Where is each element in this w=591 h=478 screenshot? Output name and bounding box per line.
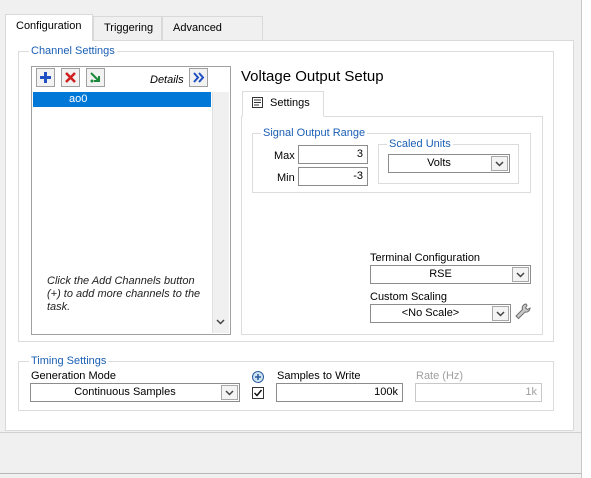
window-bottom-edge [0,473,581,474]
terminal-config-label: Terminal Configuration [370,252,481,264]
checkbox-icon[interactable] [252,387,264,399]
custom-scaling-select[interactable]: <No Scale> [370,304,511,323]
chevron-down-icon[interactable] [491,156,508,171]
remove-channel-icon [65,72,76,83]
window-edge [581,0,591,478]
min-input[interactable]: -3 [298,167,368,186]
custom-scaling-label: Custom Scaling [370,291,448,303]
details-label: Details [150,74,184,86]
tab-settings[interactable]: Settings [242,91,324,117]
channel-settings-label: Channel Settings [29,45,117,57]
generation-mode-select[interactable]: Continuous Samples [30,383,240,402]
tab-configuration[interactable]: Configuration [5,14,93,41]
chevron-down-icon[interactable] [492,306,509,321]
terminal-config-select[interactable]: RSE [370,265,531,284]
chevron-down-icon[interactable] [512,267,529,282]
add-channels-hint: Click the Add Channels button (+) to add… [47,275,201,313]
channel-tool-button[interactable] [86,68,105,87]
max-input[interactable]: 3 [298,145,368,164]
max-label: Max [274,150,295,162]
list-item[interactable]: ao0 [33,92,211,107]
custom-scaling-value: <No Scale> [401,307,460,319]
tab-advanced-timing[interactable]: Advanced Timing [162,16,263,56]
expand-details-icon [193,72,205,83]
samples-to-write-label: Samples to Write [277,370,361,382]
wrench-icon[interactable] [514,302,532,322]
terminal-config-value: RSE [429,268,452,280]
channel-list-scrollbar[interactable] [212,92,229,333]
settings-icon [252,97,263,108]
rate-input: 1k [415,383,542,402]
chevron-down-icon[interactable] [216,319,225,325]
expand-details-button[interactable] [189,68,208,87]
voltage-setup-title: Voltage Output Setup [241,68,384,85]
tab-triggering[interactable]: Triggering [93,16,162,40]
settings-tab-label: Settings [270,97,310,109]
bottom-area [0,433,581,478]
scaled-units-label: Scaled Units [387,138,453,150]
channel-tool-icon [90,72,100,83]
scaled-units-value: Volts [427,157,451,169]
chevron-down-icon[interactable] [221,385,238,400]
generation-mode-label: Generation Mode [31,370,116,382]
samples-to-write-input[interactable]: 100k [276,383,403,402]
signal-output-range-label: Signal Output Range [261,127,368,139]
timing-settings-label: Timing Settings [29,355,109,367]
link-icon[interactable] [251,370,265,384]
min-label: Min [277,172,295,184]
add-channel-button[interactable] [36,68,55,87]
add-channel-icon [40,72,51,83]
rate-label: Rate (Hz) [416,370,464,382]
scaled-units-select[interactable]: Volts [388,154,510,173]
remove-channel-button[interactable] [61,68,80,87]
generation-mode-value: Continuous Samples [74,386,176,398]
